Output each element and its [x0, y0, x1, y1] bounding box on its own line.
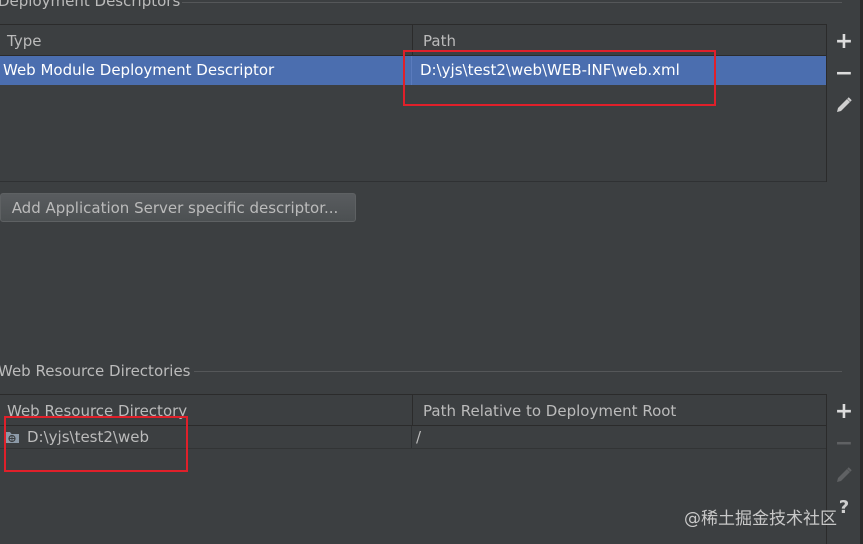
column-header-path-relative-to-root[interactable]: Path Relative to Deployment Root	[413, 395, 827, 425]
web-resource-directories-title: Web Resource Directories	[0, 362, 191, 380]
descriptor-type-cell: Web Module Deployment Descriptor	[3, 61, 275, 79]
plus-icon: +	[834, 28, 854, 54]
pencil-icon	[837, 97, 852, 112]
help-icon: ?	[838, 496, 850, 518]
plus-icon: +	[834, 398, 854, 424]
column-header-type[interactable]: Type	[0, 25, 412, 55]
add-descriptor-button[interactable]: +	[827, 26, 861, 56]
edit-web-resource-button[interactable]	[827, 460, 861, 490]
path-highlight-annotation	[403, 50, 716, 106]
add-web-resource-button[interactable]: +	[827, 396, 861, 426]
cell-divider	[411, 426, 412, 448]
edit-descriptor-button[interactable]	[827, 90, 861, 120]
deployment-section-bottom-separator	[0, 181, 826, 182]
add-server-specific-descriptor-button[interactable]: Add Application Server specific descript…	[0, 193, 356, 222]
web-resource-directories-separator	[194, 371, 842, 372]
minus-icon: −	[834, 60, 854, 86]
watermark-text: @稀土掘金技术社区	[684, 509, 837, 529]
directory-highlight-annotation	[4, 416, 188, 472]
remove-descriptor-button[interactable]: −	[827, 58, 861, 88]
deployment-descriptors-title: Deployment Descriptors	[0, 0, 181, 10]
deployment-descriptors-separator	[182, 2, 842, 3]
remove-web-resource-button[interactable]: −	[827, 428, 861, 458]
minus-icon: −	[834, 430, 854, 456]
pencil-icon	[837, 467, 852, 482]
relative-path-cell[interactable]: /	[416, 426, 816, 448]
deployment-descriptors-toolbar: + −	[826, 24, 860, 182]
add-server-specific-descriptor-label: Add Application Server specific descript…	[11, 199, 339, 217]
